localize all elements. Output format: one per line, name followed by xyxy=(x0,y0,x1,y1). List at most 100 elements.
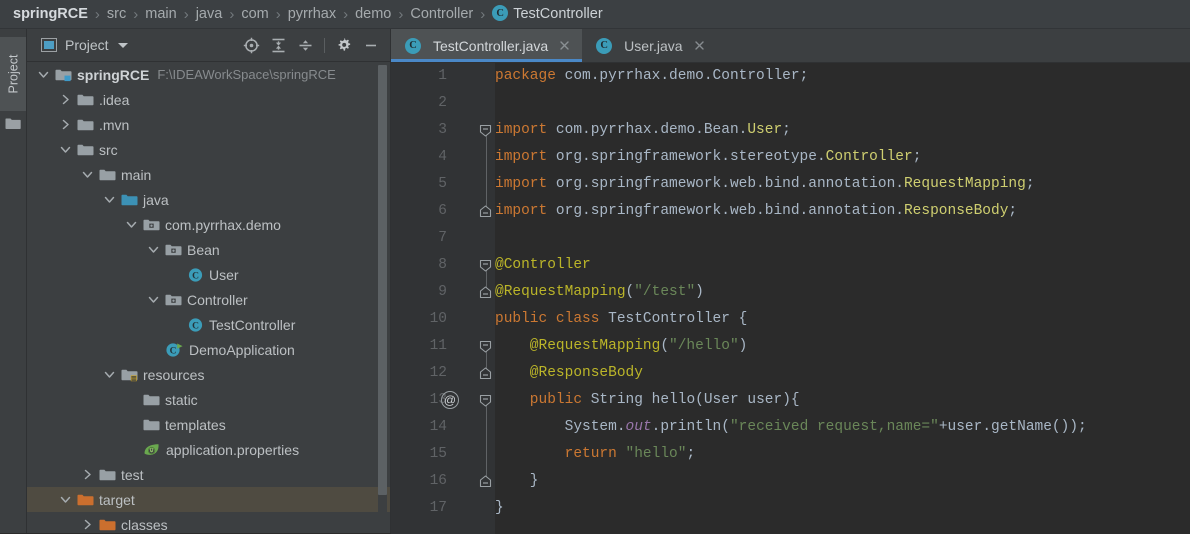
chevron-right-icon[interactable] xyxy=(59,118,72,131)
tree-item-classes[interactable]: classes xyxy=(27,512,390,533)
tree-item-test[interactable]: test xyxy=(27,462,390,487)
chevron-down-icon[interactable] xyxy=(147,293,160,306)
chevron-down-icon[interactable] xyxy=(117,42,128,48)
fold-region-end-icon[interactable] xyxy=(479,475,492,488)
breadcrumb-item-src[interactable]: src xyxy=(107,6,126,22)
code-line[interactable]: return "hello"; xyxy=(495,441,1087,468)
tree-item-controller[interactable]: Controller xyxy=(27,287,390,312)
code-line[interactable]: @RequestMapping("/hello") xyxy=(495,333,1087,360)
code-fold-bar[interactable] xyxy=(477,63,495,534)
settings-gear-icon[interactable] xyxy=(331,33,357,57)
tree-item-resources[interactable]: resources xyxy=(27,362,390,387)
code-line[interactable]: import org.springframework.web.bind.anno… xyxy=(495,198,1087,225)
code-line[interactable]: public class TestController { xyxy=(495,306,1087,333)
chevron-down-icon[interactable] xyxy=(103,368,116,381)
tree-item-testcontroller[interactable]: C TestController xyxy=(27,312,390,337)
code-line[interactable]: public String hello(User user){ xyxy=(495,387,1087,414)
code-token: ; xyxy=(1025,176,1035,192)
breadcrumb-item-testcontroller[interactable]: C TestController xyxy=(492,5,603,22)
scrollbar-thumb[interactable] xyxy=(378,65,387,495)
code-token: "hello" xyxy=(625,446,687,462)
tree-item-templates[interactable]: templates xyxy=(27,412,390,437)
java-class-icon: C xyxy=(405,37,421,54)
close-icon[interactable] xyxy=(558,39,571,52)
code-token: Controller xyxy=(825,149,913,165)
chevron-down-icon[interactable] xyxy=(125,218,138,231)
line-number: 8 xyxy=(438,257,447,273)
breadcrumb-item-com[interactable]: com xyxy=(241,6,268,22)
breadcrumb-item-pyrrhax[interactable]: pyrrhax xyxy=(288,6,336,22)
tree-item-main[interactable]: main xyxy=(27,162,390,187)
collapse-all-icon[interactable] xyxy=(292,33,318,57)
tree-item-application-properties[interactable]: application.properties xyxy=(27,437,390,462)
editor-gutter[interactable]: 1 2 3 4 5 6 7 8 9 10 11 12 13 14 15 16 17 @ xyxy=(391,63,495,534)
fold-region-end-icon[interactable] xyxy=(479,286,492,299)
breadcrumb-item-java[interactable]: java xyxy=(196,6,223,22)
project-panel-title-group[interactable]: Project xyxy=(41,37,128,53)
code-line[interactable]: import org.springframework.stereotype.Co… xyxy=(495,144,1087,171)
code-line[interactable]: } xyxy=(495,495,1087,522)
tree-item-com-pyrrhax-demo[interactable]: com.pyrrhax.demo xyxy=(27,212,390,237)
code-token: import xyxy=(495,203,556,219)
line-number: 7 xyxy=(438,230,447,246)
project-tree-scrollbar[interactable] xyxy=(378,65,387,533)
chevron-down-icon[interactable] xyxy=(37,68,50,81)
code-line[interactable]: package com.pyrrhax.demo.Controller; xyxy=(495,63,1087,90)
tab-user-java[interactable]: C User.java xyxy=(582,29,717,62)
chevron-down-icon[interactable] xyxy=(59,493,72,506)
project-tree[interactable]: springRCE F:\IDEAWorkSpace\springRCE .idea… xyxy=(27,62,390,533)
tree-item-idea[interactable]: .idea xyxy=(27,87,390,112)
chevron-right-icon[interactable] xyxy=(81,518,94,531)
tree-item-src[interactable]: src xyxy=(27,137,390,162)
close-icon[interactable] xyxy=(693,39,706,52)
line-number: 2 xyxy=(438,95,447,111)
breadcrumb-item-demo[interactable]: demo xyxy=(355,6,391,22)
tree-item-java[interactable]: java xyxy=(27,187,390,212)
chevron-down-icon[interactable] xyxy=(103,193,116,206)
project-window-icon xyxy=(41,38,57,52)
code-line[interactable] xyxy=(495,90,1087,117)
package-icon xyxy=(143,219,160,230)
tree-item-label: target xyxy=(99,491,135,508)
tree-item-static[interactable]: static xyxy=(27,387,390,412)
tree-item-demoapplication[interactable]: C DemoApplication xyxy=(27,337,390,362)
breadcrumb-item-controller[interactable]: Controller xyxy=(410,6,473,22)
fold-expanded-icon[interactable] xyxy=(479,259,492,272)
sidebar-item-project[interactable]: Project xyxy=(0,37,26,111)
breadcrumb-item-springrce[interactable]: springRCE xyxy=(13,6,88,22)
fold-expanded-icon[interactable] xyxy=(479,340,492,353)
chevron-right-icon[interactable] xyxy=(59,93,72,106)
fold-region-end-icon[interactable] xyxy=(479,367,492,380)
code-line[interactable]: @Controller xyxy=(495,252,1087,279)
hide-panel-icon[interactable] xyxy=(358,33,384,57)
code-content[interactable]: package com.pyrrhax.demo.Controller; imp… xyxy=(495,63,1087,522)
fold-expanded-icon[interactable] xyxy=(479,394,492,407)
code-line[interactable]: System.out.println("received request,nam… xyxy=(495,414,1087,441)
code-line[interactable]: @ResponseBody xyxy=(495,360,1087,387)
expand-all-icon[interactable] xyxy=(265,33,291,57)
project-panel-toolbar xyxy=(238,29,384,61)
chevron-down-icon[interactable] xyxy=(147,243,160,256)
tree-item-user[interactable]: C User xyxy=(27,262,390,287)
fold-expanded-icon[interactable] xyxy=(479,124,492,137)
tree-item-mvn[interactable]: .mvn xyxy=(27,112,390,137)
chevron-down-icon[interactable] xyxy=(59,143,72,156)
chevron-right-icon[interactable] xyxy=(81,468,94,481)
tree-item-springrce[interactable]: springRCE F:\IDEAWorkSpace\springRCE xyxy=(27,62,390,87)
code-line[interactable]: } xyxy=(495,468,1087,495)
code-token: "received request,name=" xyxy=(729,419,939,435)
annotation-gutter-icon[interactable]: @ xyxy=(441,391,459,409)
code-line[interactable]: @RequestMapping("/test") xyxy=(495,279,1087,306)
tree-item-bean[interactable]: Bean xyxy=(27,237,390,262)
chevron-down-icon[interactable] xyxy=(81,168,94,181)
code-editor[interactable]: 1 2 3 4 5 6 7 8 9 10 11 12 13 14 15 16 17 @ package com.… xyxy=(391,63,1190,534)
tree-item-target[interactable]: target xyxy=(27,487,390,512)
fold-region-end-icon[interactable] xyxy=(479,205,492,218)
tab-testcontroller-java[interactable]: C TestController.java xyxy=(391,29,583,62)
code-line[interactable]: import com.pyrrhax.demo.Bean.User; xyxy=(495,117,1087,144)
code-line[interactable] xyxy=(495,225,1087,252)
breadcrumb-item-main[interactable]: main xyxy=(145,6,176,22)
select-opened-file-icon[interactable] xyxy=(238,33,264,57)
code-token: public xyxy=(495,392,591,408)
code-line[interactable]: import org.springframework.web.bind.anno… xyxy=(495,171,1087,198)
